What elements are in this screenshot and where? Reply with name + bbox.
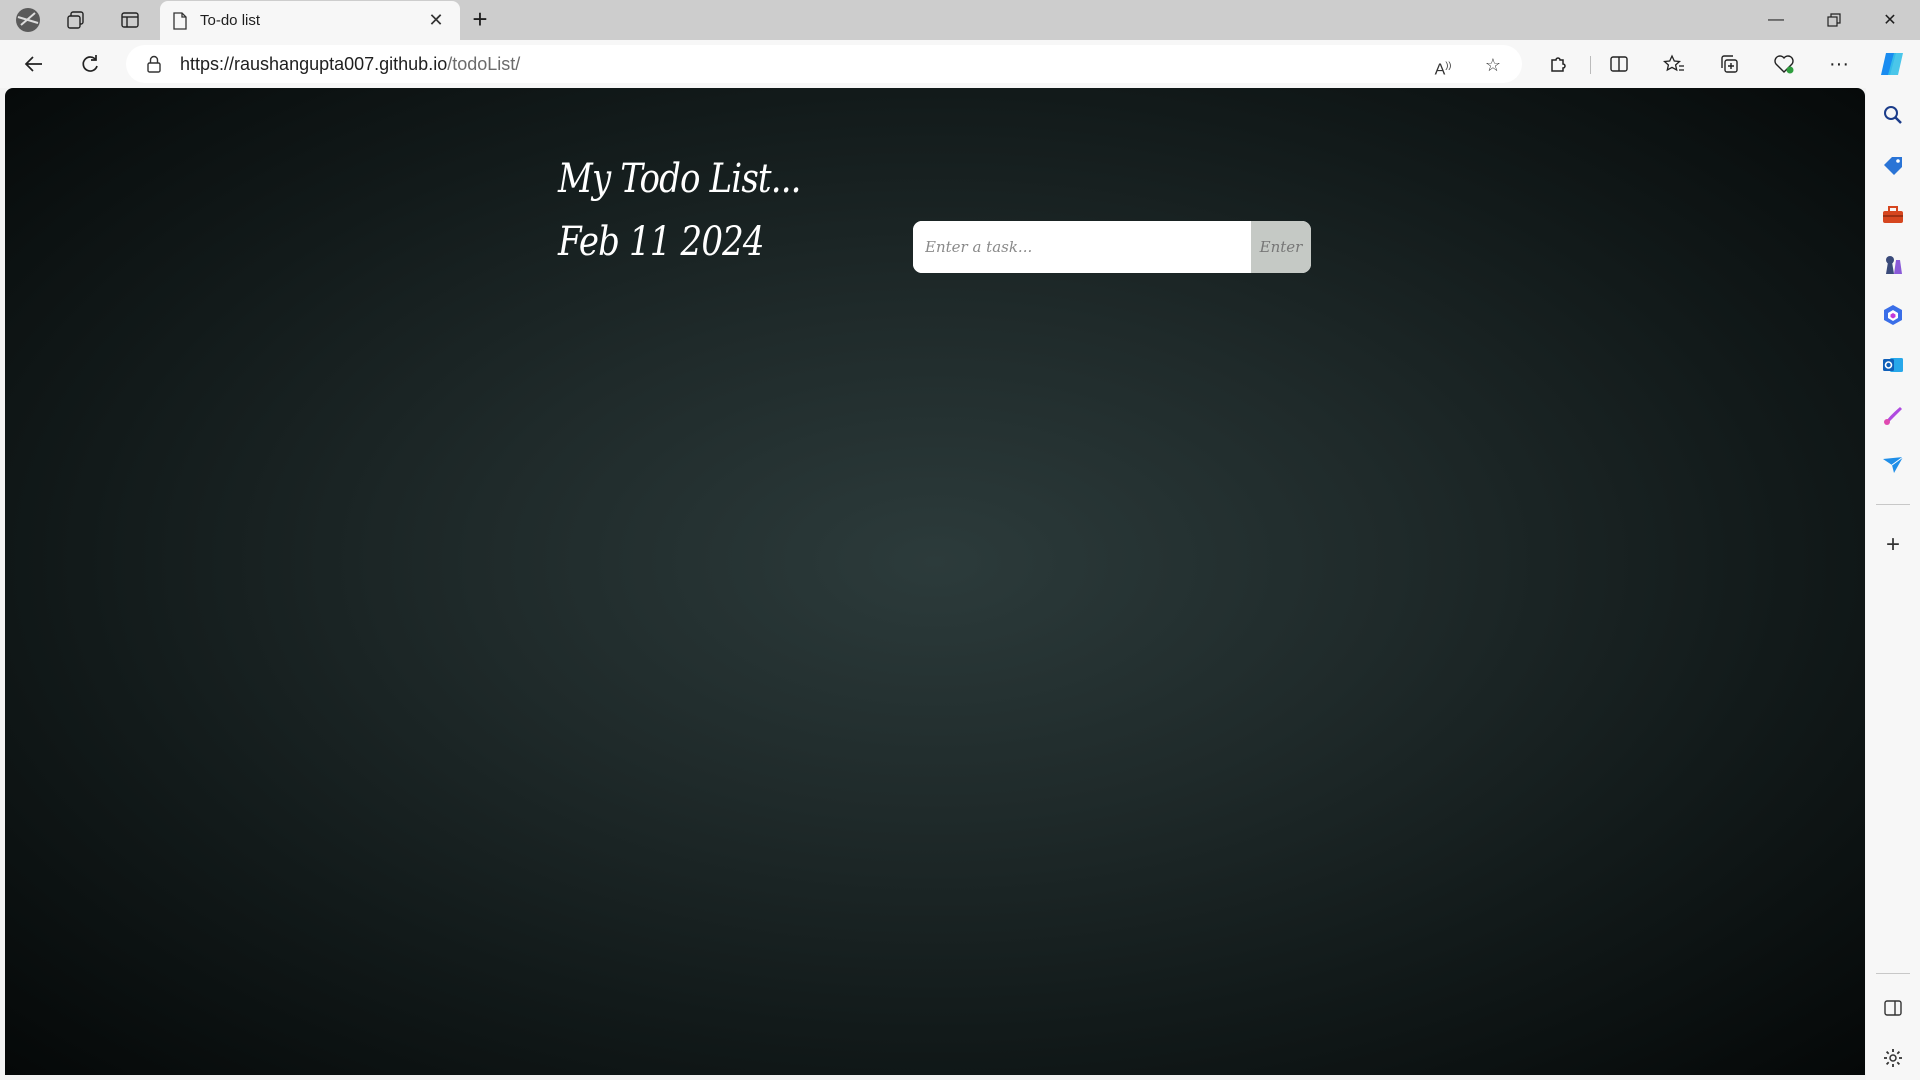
task-input[interactable] xyxy=(913,221,1251,273)
favorites-button[interactable] xyxy=(1656,46,1692,82)
url-path: /todoList/ xyxy=(447,53,521,74)
microsoft-365-icon[interactable] xyxy=(1881,303,1905,327)
vertical-tabs-button[interactable] xyxy=(112,4,148,36)
more-options-button[interactable]: ··· xyxy=(1821,46,1857,82)
designer-icon[interactable] xyxy=(1881,403,1905,427)
collections-icon xyxy=(1721,55,1738,73)
split-screen-button[interactable] xyxy=(1601,46,1637,82)
settings-icon[interactable] xyxy=(1881,1046,1905,1070)
puzzle-icon xyxy=(1551,57,1566,72)
address-bar[interactable]: https://raushangupta007.github.io/todoLi… xyxy=(126,45,1522,83)
copilot-icon xyxy=(1881,53,1903,75)
search-icon[interactable] xyxy=(1881,103,1905,127)
favorite-star-icon[interactable]: ☆ xyxy=(1482,54,1504,76)
refresh-button[interactable] xyxy=(72,46,108,82)
page-icon xyxy=(173,11,187,30)
navigation-bar: https://raushangupta007.github.io/todoLi… xyxy=(0,40,1920,88)
url-host: https://raushangupta007.github.io xyxy=(180,53,448,74)
close-icon[interactable]: ✕ xyxy=(424,10,448,31)
tab-todo-list[interactable]: To-do list ✕ xyxy=(160,1,460,40)
games-icon[interactable] xyxy=(1881,253,1905,277)
current-date: Feb 11 2024 xyxy=(558,219,765,265)
back-button[interactable] xyxy=(16,46,52,82)
url-text[interactable]: https://raushangupta007.github.io/todoLi… xyxy=(180,54,520,75)
restore-icon xyxy=(1827,13,1841,27)
minimize-button[interactable]: — xyxy=(1748,0,1804,40)
sidebar-divider xyxy=(1876,973,1910,974)
collections-button[interactable] xyxy=(1711,46,1747,82)
browser-essentials-button[interactable] xyxy=(1766,46,1802,82)
profile-avatar[interactable] xyxy=(10,4,46,36)
sidebar-toggle-icon[interactable] xyxy=(1881,996,1905,1020)
shopping-tag-icon[interactable] xyxy=(1881,153,1905,177)
extensions-button[interactable] xyxy=(1540,46,1576,82)
new-tab-button[interactable]: + xyxy=(462,4,498,36)
split-screen-icon xyxy=(1610,56,1628,72)
restore-button[interactable] xyxy=(1806,0,1862,40)
toolbox-icon[interactable] xyxy=(1881,203,1905,227)
send-icon[interactable] xyxy=(1881,453,1905,477)
copilot-button[interactable] xyxy=(1874,46,1910,82)
read-aloud-icon[interactable]: A)) xyxy=(1432,54,1454,78)
task-form: Enter xyxy=(913,221,1311,273)
add-icon[interactable]: + xyxy=(1881,531,1905,558)
back-arrow-icon xyxy=(24,56,42,72)
enter-button[interactable]: Enter xyxy=(1251,221,1311,273)
avatar-icon xyxy=(16,8,40,32)
outlook-icon[interactable] xyxy=(1881,353,1905,377)
edge-sidebar: + xyxy=(1866,88,1920,1080)
tab-strip: To-do list ✕ + — ✕ xyxy=(0,0,1920,40)
page-title: My Todo List... xyxy=(558,156,801,202)
favorites-icon xyxy=(1663,54,1684,72)
heart-pulse-icon xyxy=(1774,55,1794,74)
workspaces-button[interactable] xyxy=(58,4,94,36)
sidebar-divider xyxy=(1876,504,1910,505)
vertical-tabs-icon xyxy=(121,12,139,28)
close-window-button[interactable]: ✕ xyxy=(1862,0,1918,40)
workspaces-icon xyxy=(67,11,84,29)
page-viewport: My Todo List... Feb 11 2024 Enter xyxy=(5,88,1865,1075)
toolbar-divider xyxy=(1590,56,1591,74)
tab-title: To-do list xyxy=(200,12,261,29)
refresh-icon xyxy=(82,55,98,72)
lock-icon[interactable] xyxy=(146,55,162,73)
